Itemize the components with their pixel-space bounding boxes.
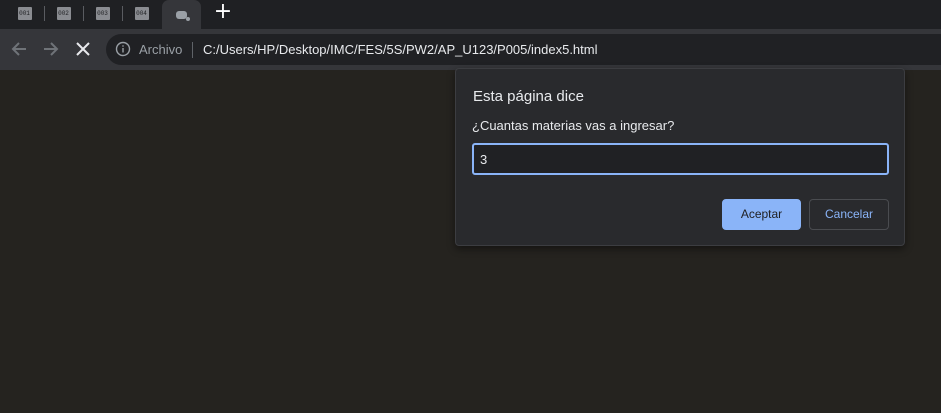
plus-icon: + <box>213 0 233 24</box>
tab-strip: 001 002 003 004 + <box>0 0 941 29</box>
close-icon <box>76 42 90 56</box>
prompt-dialog: Esta página dice ¿Cuantas materias vas a… <box>455 68 905 246</box>
stop-button[interactable] <box>71 37 95 61</box>
address-separator <box>192 42 193 58</box>
tab-favicon: 001 <box>17 6 32 20</box>
tab-004[interactable]: 004 <box>123 3 160 23</box>
prompt-input[interactable] <box>472 143 889 175</box>
info-icon[interactable] <box>115 41 131 57</box>
new-tab-button[interactable]: + <box>211 1 235 25</box>
accept-button[interactable]: Aceptar <box>722 199 801 230</box>
url-text[interactable]: C:/Users/HP/Desktop/IMC/FES/5S/PW2/AP_U1… <box>203 42 598 57</box>
back-button[interactable] <box>7 37 31 61</box>
cancel-button[interactable]: Cancelar <box>809 199 889 230</box>
tab-003[interactable]: 003 <box>84 3 121 23</box>
dialog-message: ¿Cuantas materias vas a ingresar? <box>472 118 675 133</box>
arrow-right-icon <box>44 42 59 56</box>
security-label[interactable]: Archivo <box>139 42 182 57</box>
browser-toolbar: Archivo C:/Users/HP/Desktop/IMC/FES/5S/P… <box>0 29 941 70</box>
address-bar[interactable]: Archivo C:/Users/HP/Desktop/IMC/FES/5S/P… <box>106 34 941 65</box>
tab-favicon: 002 <box>56 6 71 20</box>
dialog-title: Esta página dice <box>473 88 584 105</box>
tab-002[interactable]: 002 <box>45 3 82 23</box>
tab-001[interactable]: 001 <box>6 3 43 23</box>
arrow-left-icon <box>11 42 26 56</box>
tab-active-loading[interactable] <box>162 0 201 29</box>
tab-favicon: 004 <box>134 6 149 20</box>
forward-button[interactable] <box>39 37 63 61</box>
tab-favicon: 003 <box>95 6 110 20</box>
loading-favicon-icon <box>176 10 190 21</box>
